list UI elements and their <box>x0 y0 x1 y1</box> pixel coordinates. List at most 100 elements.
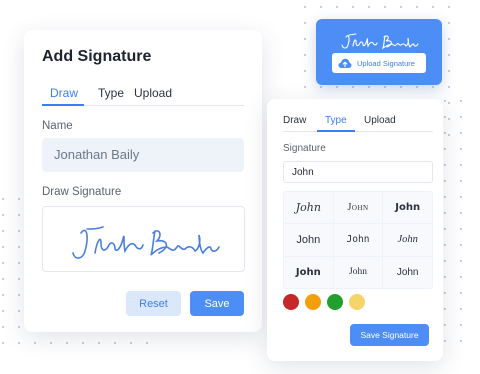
decorative-dot <box>2 198 4 200</box>
decorative-dot <box>304 38 306 40</box>
decorative-dot <box>444 292 446 294</box>
tab-draw[interactable]: Draw <box>283 115 306 126</box>
font-option[interactable]: John <box>333 256 383 288</box>
decorative-dot <box>460 244 462 246</box>
save-signature-button[interactable]: Save Signature <box>350 324 429 346</box>
font-option[interactable]: John <box>383 256 432 288</box>
decorative-dot <box>304 6 306 8</box>
decorative-dot <box>448 134 450 136</box>
name-label: Name <box>42 120 73 132</box>
font-option[interactable]: John <box>284 224 333 256</box>
decorative-dot <box>448 102 450 104</box>
save-button[interactable]: Save <box>190 291 244 316</box>
font-option[interactable]: John <box>284 192 333 224</box>
decorative-dot <box>460 164 462 166</box>
decorative-dot <box>432 86 434 88</box>
decorative-dot <box>460 276 462 278</box>
decorative-dot <box>444 180 446 182</box>
signature-text-input[interactable]: John <box>283 161 433 183</box>
decorative-dot <box>444 100 446 102</box>
upload-signature-button[interactable]: Upload Signature <box>332 53 426 73</box>
tab-type[interactable]: Type <box>325 115 347 126</box>
decorative-dot <box>98 342 100 344</box>
font-option[interactable]: John <box>383 224 432 256</box>
active-tab-indicator <box>317 130 355 132</box>
name-field[interactable]: Jonathan Baily <box>42 138 244 172</box>
add-signature-card: Add Signature Draw Type Upload Name Jona… <box>24 30 262 332</box>
decorative-dot <box>2 294 4 296</box>
signature-draw-pad[interactable] <box>42 206 245 272</box>
cloud-upload-icon <box>338 58 352 68</box>
decorative-dot <box>352 6 354 8</box>
decorative-dot <box>304 54 306 56</box>
color-swatch-yellow[interactable] <box>349 294 365 310</box>
font-option[interactable]: John <box>284 256 333 288</box>
decorative-dot <box>146 342 148 344</box>
decorative-dot <box>82 342 84 344</box>
decorative-dot <box>444 260 446 262</box>
decorative-dot <box>444 132 446 134</box>
decorative-dot <box>460 340 462 342</box>
decorative-dot <box>432 6 434 8</box>
decorative-dot <box>448 70 450 72</box>
signature-label: Signature <box>283 143 326 154</box>
decorative-dot <box>460 180 462 182</box>
decorative-dot <box>2 326 4 328</box>
decorative-dot <box>460 308 462 310</box>
decorative-dot <box>352 86 354 88</box>
decorative-dot <box>336 6 338 8</box>
upload-signature-card: Upload Signature <box>316 19 442 85</box>
font-option[interactable]: John <box>383 192 432 224</box>
decorative-dot <box>460 324 462 326</box>
decorative-dot <box>460 100 462 102</box>
font-option[interactable]: John <box>333 192 383 224</box>
decorative-dot <box>2 278 4 280</box>
decorative-dot <box>50 342 52 344</box>
decorative-dot <box>18 214 20 216</box>
decorative-dot <box>448 86 450 88</box>
tab-draw[interactable]: Draw <box>50 86 78 100</box>
decorative-dot <box>444 196 446 198</box>
decorative-dot <box>336 86 338 88</box>
signature-tabs: Draw Type Upload <box>42 86 244 106</box>
decorative-dot <box>304 22 306 24</box>
font-option[interactable]: John <box>333 224 383 256</box>
decorative-dot <box>304 70 306 72</box>
color-swatches <box>283 294 365 310</box>
active-tab-indicator <box>42 104 84 106</box>
decorative-dot <box>18 294 20 296</box>
decorative-dot <box>416 6 418 8</box>
decorative-dot <box>18 342 20 344</box>
tab-type[interactable]: Type <box>98 86 124 100</box>
reset-button[interactable]: Reset <box>126 291 181 316</box>
decorative-dot <box>448 54 450 56</box>
decorative-dot <box>444 164 446 166</box>
uploaded-signature-preview <box>341 33 419 50</box>
decorative-dot <box>18 310 20 312</box>
decorative-dot <box>368 86 370 88</box>
decorative-dot <box>18 246 20 248</box>
color-swatch-green[interactable] <box>327 294 343 310</box>
decorative-dot <box>444 340 446 342</box>
decorative-dot <box>18 198 20 200</box>
tab-upload[interactable]: Upload <box>134 86 172 100</box>
decorative-dot <box>130 342 132 344</box>
tab-upload[interactable]: Upload <box>364 115 396 126</box>
decorative-dot <box>400 86 402 88</box>
card-title: Add Signature <box>42 48 152 65</box>
decorative-dot <box>444 116 446 118</box>
drawn-signature <box>72 226 220 259</box>
decorative-dot <box>444 148 446 150</box>
color-swatch-red[interactable] <box>283 294 299 310</box>
decorative-dot <box>448 38 450 40</box>
decorative-dot <box>460 196 462 198</box>
decorative-dot <box>66 342 68 344</box>
decorative-dot <box>460 148 462 150</box>
decorative-dot <box>384 86 386 88</box>
decorative-dot <box>460 212 462 214</box>
decorative-dot <box>2 262 4 264</box>
color-swatch-orange[interactable] <box>305 294 321 310</box>
decorative-dot <box>460 116 462 118</box>
font-style-grid: John John John John John John John John … <box>283 191 433 289</box>
decorative-dot <box>448 22 450 24</box>
